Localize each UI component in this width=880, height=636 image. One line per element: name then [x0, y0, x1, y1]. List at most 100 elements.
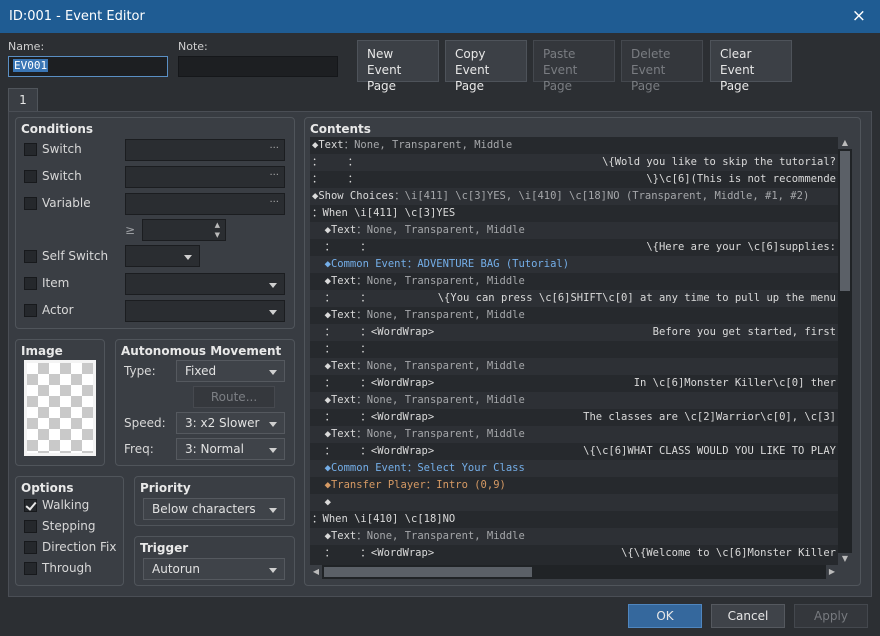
actor-select[interactable]: [125, 300, 285, 322]
walking-checkbox[interactable]: [24, 499, 37, 512]
horizontal-scroll-thumb[interactable]: [324, 567, 532, 577]
list-item[interactable]: \{\{Welcome to \c[6]Monster Killer ： ：<W…: [310, 545, 838, 562]
switch1-label: Switch: [42, 142, 82, 156]
list-item[interactable]: ◆Common Event：Select Your Class: [310, 460, 838, 477]
route-button[interactable]: Route...: [193, 386, 275, 408]
self-switch-select[interactable]: [125, 245, 200, 267]
command-params: ：None, Transparent, Middle: [356, 309, 525, 321]
command-name: ◆Text: [312, 428, 357, 440]
apply-button[interactable]: Apply: [794, 604, 868, 628]
trigger-select[interactable]: Autorun: [143, 558, 285, 580]
ok-button[interactable]: OK: [628, 604, 702, 628]
variable-dots-icon[interactable]: ···: [269, 197, 279, 208]
clear-event-page-button[interactable]: Clear Event Page: [710, 40, 792, 93]
event-command-list[interactable]: ◆Text：None, Transparent, Middle \{Wold yo…: [310, 137, 838, 565]
command-name: ◆: [312, 496, 331, 508]
list-item[interactable]: Before you get started, first ： ：<WordWr…: [310, 324, 838, 341]
gte-symbol: ≥: [125, 223, 136, 237]
through-checkbox[interactable]: [24, 562, 37, 575]
switch1-checkbox[interactable]: [24, 143, 37, 156]
list-item[interactable]: ◆Show Choices：\i[411] \c[3]YES, \i[410] …: [310, 188, 838, 205]
list-item[interactable]: ： ：: [310, 341, 838, 358]
tab-page-1[interactable]: 1: [8, 88, 38, 112]
priority-value: Below characters: [152, 502, 256, 516]
command-name: ： ：<WordWrap>: [312, 377, 435, 389]
cancel-button[interactable]: Cancel: [711, 604, 785, 628]
delete-event-page-line2: Event Page: [631, 63, 666, 93]
list-item[interactable]: ◆Text：None, Transparent, Middle: [310, 307, 838, 324]
command-name: ： ：: [312, 241, 371, 253]
command-text: \{Wold you like to skip the tutorial?: [602, 156, 836, 168]
movement-type-select[interactable]: Fixed: [176, 360, 285, 382]
command-name: ： ：: [312, 343, 371, 355]
command-name: ◆Text: [312, 224, 357, 236]
direction-fix-checkbox[interactable]: [24, 541, 37, 554]
self-switch-checkbox[interactable]: [24, 250, 37, 263]
scroll-left-icon[interactable]: ◀: [310, 565, 322, 579]
command-text: Before you get started, first: [652, 326, 836, 338]
list-item[interactable]: ◆: [310, 494, 838, 511]
actor-checkbox[interactable]: [24, 304, 37, 317]
close-icon[interactable]: ×: [852, 6, 866, 26]
command-name: ◆Show Choices: [312, 190, 395, 202]
list-item[interactable]: ◆Text：None, Transparent, Middle: [310, 358, 838, 375]
switch1-input[interactable]: ···: [125, 139, 285, 161]
command-name: ◆Text: [312, 360, 357, 372]
list-item[interactable]: \{Here are your \c[6]supplies: ： ：: [310, 239, 838, 256]
list-item[interactable]: ◆Transfer Player：Intro (0,9): [310, 477, 838, 494]
stepping-checkbox[interactable]: [24, 520, 37, 533]
list-item[interactable]: ◆Text：None, Transparent, Middle: [310, 222, 838, 239]
priority-select[interactable]: Below characters: [143, 498, 285, 520]
chevron-down-icon: [269, 422, 277, 427]
note-input[interactable]: [178, 56, 338, 77]
name-input[interactable]: EV001: [8, 56, 168, 77]
vertical-scroll-thumb[interactable]: [840, 151, 850, 291]
scroll-down-icon[interactable]: ▼: [838, 553, 852, 565]
freq-label: Freq:: [124, 442, 154, 456]
paste-event-page-line1: Paste: [543, 47, 576, 61]
variable-input[interactable]: ···: [125, 193, 285, 215]
delete-event-page-button[interactable]: Delete Event Page: [621, 40, 703, 93]
item-checkbox[interactable]: [24, 277, 37, 290]
clear-event-page-line1: Clear: [720, 47, 752, 61]
list-item[interactable]: ：When \i[410] \c[18]NO: [310, 511, 838, 528]
command-params: ：None, Transparent, Middle: [356, 428, 525, 440]
switch2-dots-icon[interactable]: ···: [269, 170, 279, 181]
switch2-input[interactable]: ···: [125, 166, 285, 188]
list-item[interactable]: ◆Text：None, Transparent, Middle: [310, 137, 838, 154]
list-item[interactable]: ◆Common Event：ADVENTURE BAG (Tutorial): [310, 256, 838, 273]
variable-value-spinner[interactable]: ▲ ▼: [142, 219, 226, 241]
command-name: ◆Transfer Player: [312, 479, 426, 491]
list-item[interactable]: ◆Text：None, Transparent, Middle: [310, 392, 838, 409]
switch2-checkbox[interactable]: [24, 170, 37, 183]
list-item[interactable]: \}\c[6](This is not recommende ： ：: [310, 171, 838, 188]
movement-speed-select[interactable]: 3: x2 Slower: [176, 412, 285, 434]
new-event-page-button[interactable]: New Event Page: [357, 40, 439, 93]
window-title: ID:001 - Event Editor: [9, 9, 145, 24]
switch1-dots-icon[interactable]: ···: [269, 143, 279, 154]
copy-event-page-button[interactable]: Copy Event Page: [445, 40, 527, 93]
contents-horizontal-scrollbar[interactable]: ◀ ▶: [310, 565, 838, 579]
movement-freq-value: 3: Normal: [185, 442, 244, 456]
item-select[interactable]: [125, 273, 285, 295]
contents-vertical-scrollbar[interactable]: ▲ ▼: [838, 137, 852, 565]
scroll-up-icon[interactable]: ▲: [838, 137, 852, 149]
event-image-preview[interactable]: [24, 360, 96, 456]
paste-event-page-button[interactable]: Paste Event Page: [533, 40, 615, 93]
variable-checkbox[interactable]: [24, 197, 37, 210]
command-params: ：None, Transparent, Middle: [356, 530, 525, 542]
chevron-down-icon: [269, 508, 277, 513]
list-item[interactable]: \{You can press \c[6]SHIFT\c[0] at any t…: [310, 290, 838, 307]
scroll-right-icon[interactable]: ▶: [826, 565, 838, 579]
movement-freq-select[interactable]: 3: Normal: [176, 438, 285, 460]
list-item[interactable]: In \c[6]Monster Killer\c[0] ther ： ：<Wor…: [310, 375, 838, 392]
list-item[interactable]: ◆Text：None, Transparent, Middle: [310, 426, 838, 443]
spinner-arrows-icon[interactable]: ▲ ▼: [215, 220, 220, 240]
name-value: EV001: [13, 59, 49, 72]
list-item[interactable]: The classes are \c[2]Warrior\c[0], \c[3]…: [310, 409, 838, 426]
list-item[interactable]: ：When \i[411] \c[3]YES: [310, 205, 838, 222]
list-item[interactable]: ◆Text：None, Transparent, Middle: [310, 528, 838, 545]
list-item[interactable]: \{Wold you like to skip the tutorial? ： ：: [310, 154, 838, 171]
list-item[interactable]: ◆Text：None, Transparent, Middle: [310, 273, 838, 290]
list-item[interactable]: \{\c[6]WHAT CLASS WOULD YOU LIKE TO PLAY…: [310, 443, 838, 460]
